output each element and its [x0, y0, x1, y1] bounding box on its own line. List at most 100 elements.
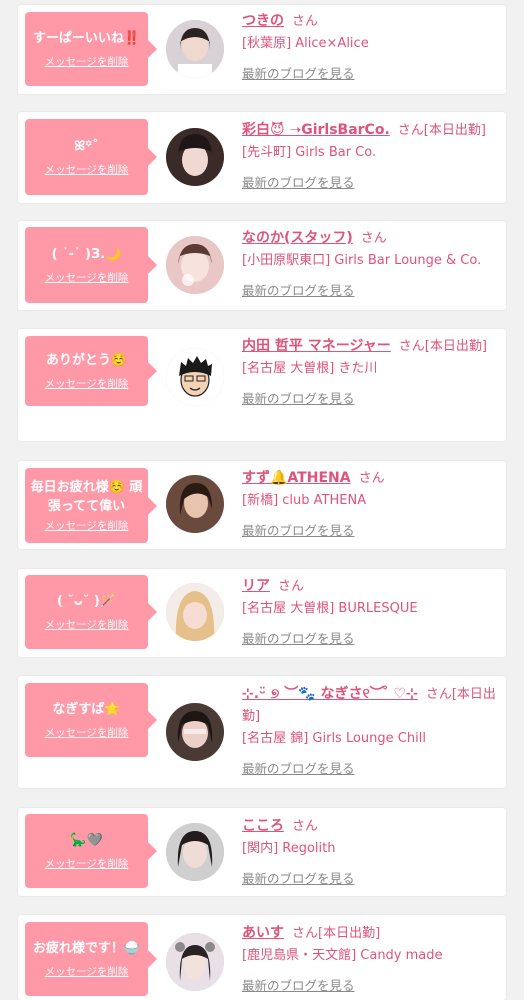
message-text: すーぱーいいね‼️ [32, 31, 141, 46]
delete-message-link[interactable]: メッセージを削除 [45, 270, 129, 285]
delete-message-link[interactable]: メッセージを削除 [45, 856, 129, 871]
cast-name-link[interactable]: あいす [242, 925, 284, 941]
latest-blog-link[interactable]: 最新のブログを見る [242, 280, 500, 302]
shop-name: [先斗町] Girls Bar Co. [242, 145, 377, 160]
notification-list: すーぱーいいね‼️ メッセージを削除 つきの さん [秋葉原] Alice×Ali… [0, 0, 524, 1000]
list-item: ( ˙-˙ )З.🌙 メッセージを削除 なのか(スタッフ) さん [小田原駅東口]… [18, 221, 506, 310]
message-bubble: ꕤ꙳˚ メッセージを削除 [25, 119, 157, 195]
list-item: ꕤ꙳˚ メッセージを削除 彩白😈 ➝GirlsBarCo. さん[本日出勤] [先… [18, 112, 506, 203]
latest-blog-link[interactable]: 最新のブログを見る [242, 520, 500, 542]
avatar[interactable] [166, 475, 224, 533]
delete-message-link[interactable]: メッセージを削除 [45, 162, 129, 177]
honorific: さん [360, 231, 387, 246]
shop-name: [関内] Regolith [242, 841, 336, 856]
avatar[interactable] [166, 20, 224, 78]
avatar-photo [166, 703, 224, 761]
avatar-photo [166, 933, 224, 991]
cast-name-link[interactable]: すず🔔ATHENA [242, 470, 351, 486]
delete-message-link[interactable]: メッセージを削除 [45, 725, 129, 740]
message-bubble: すーぱーいいね‼️ メッセージを削除 [25, 12, 157, 86]
list-item: すーぱーいいね‼️ メッセージを削除 つきの さん [秋葉原] Alice×Ali… [18, 5, 506, 94]
cast-info: 彩白😈 ➝GirlsBarCo. さん[本日出勤] [先斗町] Girls Bar… [242, 119, 500, 194]
latest-blog-link[interactable]: 最新のブログを見る [242, 63, 500, 85]
honorific: さん [292, 819, 319, 834]
latest-blog-link[interactable]: 最新のブログを見る [242, 628, 500, 650]
cast-name-link[interactable]: リア [242, 578, 270, 594]
avatar-photo [166, 348, 224, 406]
honorific: さん [358, 471, 385, 486]
avatar[interactable] [166, 583, 224, 641]
latest-blog-link[interactable]: 最新のブログを見る [242, 758, 500, 780]
status-badge: [本日出勤] [424, 339, 487, 354]
cast-info: リア さん [名古屋 大曽根] BURLESQUE 最新のブログを見る [242, 575, 500, 650]
avatar[interactable] [166, 236, 224, 294]
message-text: 🦕🩶 [70, 833, 103, 848]
cast-info: 内田 哲平 マネージャー さん[本日出勤] [名古屋 大曽根] きた川 最新のブロ… [242, 335, 500, 410]
message-text: 毎日お疲れ様☺️ 頑張ってて偉い [30, 480, 143, 514]
message-bubble: ありがとう☺️ メッセージを削除 [25, 336, 157, 406]
cast-name-link[interactable]: なのか(スタッフ) [242, 230, 353, 246]
honorific: さん [397, 123, 424, 138]
list-item: お疲れ様です！🍚 メッセージを削除 あいす さん[本日出勤] [鹿児島県・天文館]… [18, 915, 506, 1000]
latest-blog-link[interactable]: 最新のブログを見る [242, 388, 500, 410]
shop-name: [名古屋 大曽根] きた川 [242, 361, 378, 376]
message-text: ( ˙-˙ )З.🌙 [51, 247, 122, 262]
cast-info: ⊹.ᵕ̈ ୭ ︶🐾 なぎさ୧︶ ̊ ♡⊹ さん[本日出勤] [名古屋 錦] Gir… [242, 683, 500, 780]
avatar[interactable] [166, 128, 224, 186]
latest-blog-link[interactable]: 最新のブログを見る [242, 172, 500, 194]
shop-name: [名古屋 大曽根] BURLESQUE [242, 601, 418, 616]
cast-name-link[interactable]: こころ [242, 818, 284, 834]
cast-name-link[interactable]: 彩白😈 ➝GirlsBarCo. [242, 122, 390, 138]
honorific: さん [292, 14, 319, 29]
avatar-photo [166, 128, 224, 186]
list-item: 🦕🩶 メッセージを削除 こころ さん [関内] Regolith 最新のブログを見… [18, 808, 506, 896]
status-badge: [本日出勤] [423, 123, 486, 138]
message-bubble: 毎日お疲れ様☺️ 頑張ってて偉い メッセージを削除 [25, 468, 157, 543]
honorific: さん [398, 339, 425, 354]
delete-message-link[interactable]: メッセージを削除 [45, 54, 129, 69]
avatar-photo [166, 583, 224, 641]
cast-name-link[interactable]: 内田 哲平 マネージャー [242, 338, 391, 354]
cast-info: すず🔔ATHENA さん [新橋] club ATHENA 最新のブログを見る [242, 467, 500, 542]
shop-name: [鹿児島県・天文館] Candy made [242, 948, 443, 963]
delete-message-link[interactable]: メッセージを削除 [45, 518, 129, 533]
avatar[interactable] [166, 348, 224, 406]
cast-info: なのか(スタッフ) さん [小田原駅東口] Girls Bar Lounge & … [242, 227, 500, 302]
message-text: ꕤ꙳˚ [74, 139, 99, 154]
shop-name: [名古屋 錦] Girls Lounge Chill [242, 731, 426, 746]
avatar[interactable] [166, 823, 224, 881]
list-item: ( ˘ᴗ˘ )🪄 メッセージを削除 リア さん [名古屋 大曽根] BURLESQ… [18, 569, 506, 657]
message-text: なぎすば🌟 [52, 702, 121, 717]
cast-info: あいす さん[本日出勤] [鹿児島県・天文館] Candy made 最新のブログ… [242, 922, 500, 997]
message-bubble: なぎすば🌟 メッセージを削除 [25, 683, 157, 757]
latest-blog-link[interactable]: 最新のブログを見る [242, 868, 500, 890]
cast-name-link[interactable]: ⊹.ᵕ̈ ୭ ︶🐾 なぎさ୧︶ ̊ ♡⊹ [242, 686, 418, 702]
message-bubble: お疲れ様です！🍚 メッセージを削除 [25, 922, 157, 996]
delete-message-link[interactable]: メッセージを削除 [45, 617, 129, 632]
message-text: お疲れ様です！🍚 [32, 941, 141, 956]
honorific: さん [292, 926, 319, 941]
status-badge: [本日出勤] [318, 926, 381, 941]
cast-info: つきの さん [秋葉原] Alice×Alice 最新のブログを見る [242, 10, 500, 85]
cast-name-link[interactable]: つきの [242, 13, 284, 29]
message-bubble: 🦕🩶 メッセージを削除 [25, 814, 157, 888]
honorific: さん [278, 579, 305, 594]
shop-name: [新橋] club ATHENA [242, 493, 367, 508]
honorific: さん [425, 687, 452, 702]
message-text: ありがとう☺️ [45, 353, 128, 368]
message-bubble: ( ˙-˙ )З.🌙 メッセージを削除 [25, 227, 157, 303]
shop-name: [小田原駅東口] Girls Bar Lounge & Co. [242, 253, 482, 268]
delete-message-link[interactable]: メッセージを削除 [45, 964, 129, 979]
latest-blog-link[interactable]: 最新のブログを見る [242, 975, 500, 997]
avatar[interactable] [166, 703, 224, 761]
list-item: なぎすば🌟 メッセージを削除 ⊹.ᵕ̈ ୭ ︶🐾 なぎさ୧︶ ̊ ♡⊹ さん[本日… [18, 676, 506, 788]
list-item: ありがとう☺️ メッセージを削除 内田 哲平 マネージャー さん[本日出勤] [名… [18, 329, 506, 441]
avatar-photo [166, 20, 224, 78]
shop-name: [秋葉原] Alice×Alice [242, 36, 369, 51]
message-text: ( ˘ᴗ˘ )🪄 [56, 594, 117, 609]
avatar[interactable] [166, 933, 224, 991]
list-item: 毎日お疲れ様☺️ 頑張ってて偉い メッセージを削除 すず🔔ATHENA さん [新… [18, 461, 506, 549]
avatar-photo [166, 823, 224, 881]
delete-message-link[interactable]: メッセージを削除 [45, 376, 129, 391]
avatar-photo [166, 475, 224, 533]
